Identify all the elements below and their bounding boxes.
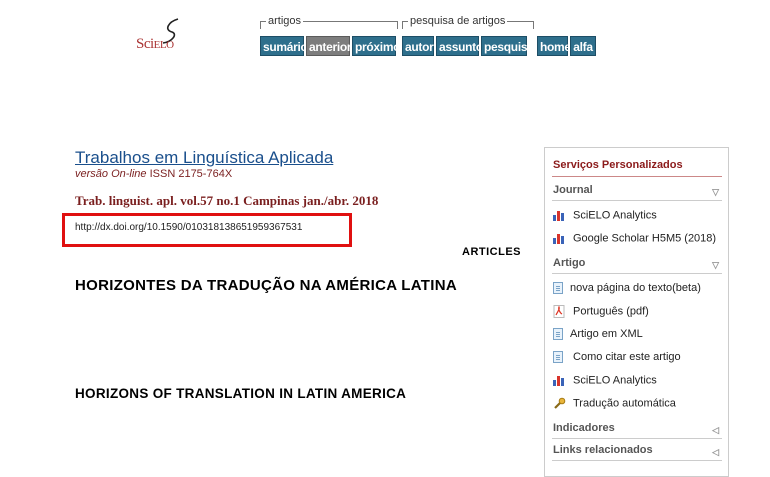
sidebar-item-traducao[interactable]: Tradução automática — [553, 397, 676, 410]
logo-wordmark: SciELO — [136, 36, 174, 52]
doi-link[interactable]: http://dx.doi.org/10.1590/01031813865195… — [75, 222, 302, 233]
collapse-down-icon: ▽ — [712, 260, 719, 270]
article-title-en: HORIZONS OF TRANSLATION IN LATIN AMERICA — [75, 386, 407, 401]
anterior-button[interactable]: anterior — [306, 36, 352, 56]
citation-line: Trab. linguist. apl. vol.57 no.1 Campina… — [75, 193, 379, 208]
sidebar-item-como-citar[interactable]: Como citar este artigo — [553, 351, 681, 364]
pesquisa-button[interactable]: pesquisa — [481, 36, 534, 56]
pdf-icon — [553, 305, 566, 318]
autor-button[interactable]: autor — [402, 36, 434, 56]
services-sidebar: Serviços Personalizados Journal ▽ SciELO… — [544, 147, 729, 477]
section-links-relacionados[interactable]: Links relacionados ◁ — [552, 444, 723, 461]
nav-legend-artigos: artigos — [266, 14, 304, 28]
wrench-icon — [553, 397, 566, 410]
sidebar-item-google-scholar[interactable]: Google Scholar H5M5 (2018) — [553, 232, 716, 245]
sidebar-item-artigo-analytics[interactable]: SciELO Analytics — [553, 374, 657, 387]
sidebar-item-xml[interactable]: Artigo em XML — [553, 328, 643, 341]
assunto-button[interactable]: assunto — [436, 36, 483, 56]
nav-legend-pesquisa: pesquisa de artigos — [408, 14, 508, 28]
alfa-button[interactable]: alfa — [570, 36, 596, 56]
page-icon — [553, 282, 563, 295]
bar-chart-icon — [553, 209, 566, 222]
sidebar-item-pdf[interactable]: Português (pdf) — [553, 305, 649, 318]
journal-title-link[interactable]: Trabalhos em Linguística Aplicada — [75, 148, 333, 168]
sumario-button[interactable]: sumário — [260, 36, 308, 56]
collapse-left-icon: ◁ — [712, 425, 719, 435]
section-journal[interactable]: Journal ▽ — [552, 184, 723, 201]
proximo-button[interactable]: próximo — [352, 36, 401, 56]
article-title-pt: HORIZONTES DA TRADUÇÃO NA AMÉRICA LATINA — [75, 277, 457, 294]
bar-chart-icon — [553, 232, 566, 245]
scielo-logo[interactable]: SciELO — [136, 18, 196, 60]
xml-page-icon — [553, 328, 563, 341]
sidebar-item-journal-analytics[interactable]: SciELO Analytics — [553, 209, 657, 222]
sidebar-heading: Serviços Personalizados — [553, 159, 683, 171]
home-button[interactable]: home — [537, 36, 571, 56]
collapse-down-icon: ▽ — [712, 187, 719, 197]
section-indicadores[interactable]: Indicadores ◁ — [552, 422, 723, 439]
section-label: ARTICLES — [462, 246, 521, 258]
sidebar-item-nova-pagina[interactable]: nova página do texto(beta) — [553, 282, 701, 295]
page-icon — [553, 351, 563, 364]
section-artigo[interactable]: Artigo ▽ — [552, 257, 723, 274]
issn-line: versão On-line ISSN 2175-764X — [75, 168, 233, 180]
collapse-left-icon: ◁ — [712, 447, 719, 457]
bar-chart-icon — [553, 374, 566, 387]
